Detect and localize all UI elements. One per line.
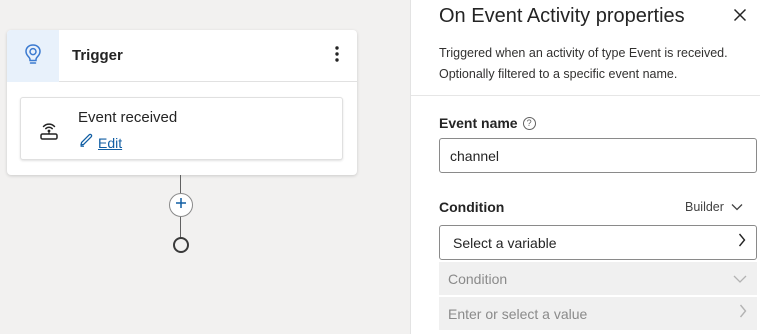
flow-end-node: [173, 237, 189, 253]
edit-label: Edit: [98, 134, 123, 151]
trigger-header: Trigger: [7, 30, 357, 82]
pencil-icon: [78, 132, 94, 153]
condition-operator-label: Condition: [448, 270, 508, 287]
plus-icon: [175, 196, 187, 214]
add-node-button[interactable]: [169, 193, 193, 217]
condition-value-picker: Enter or select a value: [439, 297, 757, 330]
more-options-button[interactable]: [327, 44, 347, 68]
trigger-title: Trigger: [72, 47, 123, 64]
condition-operator-dropdown: Condition: [439, 262, 757, 295]
lightbulb-icon: [23, 43, 43, 70]
more-vertical-icon: [335, 45, 339, 67]
close-icon: [733, 8, 747, 27]
event-received-title: Event received: [78, 109, 178, 126]
panel-divider: [411, 95, 760, 96]
broadcast-icon: [37, 118, 61, 142]
help-circle-icon[interactable]: ?: [522, 116, 536, 130]
builder-mode-label: Builder: [685, 200, 724, 214]
chevron-right-icon: [739, 304, 747, 323]
trigger-icon-container: [7, 30, 59, 82]
properties-panel: On Event Activity properties Triggered w…: [410, 0, 760, 334]
event-name-label: Event name ?: [439, 115, 536, 131]
chevron-down-icon: [731, 200, 743, 214]
chevron-right-icon: [738, 233, 746, 252]
event-name-input[interactable]: [439, 138, 757, 173]
panel-description: Triggered when an activity of type Event…: [439, 46, 728, 81]
trigger-node[interactable]: Trigger Event received Edit: [7, 30, 357, 175]
chevron-down-icon: [733, 270, 747, 288]
close-button[interactable]: [729, 6, 751, 28]
event-name-label-text: Event name: [439, 115, 518, 131]
event-received-card[interactable]: Event received Edit: [20, 97, 343, 160]
edit-link[interactable]: Edit: [78, 132, 122, 153]
select-variable-picker[interactable]: Select a variable: [439, 225, 757, 260]
builder-mode-dropdown[interactable]: Builder: [685, 200, 743, 214]
select-variable-label: Select a variable: [453, 234, 557, 251]
condition-label: Condition: [439, 199, 505, 215]
panel-title: On Event Activity properties: [439, 5, 685, 27]
condition-value-label: Enter or select a value: [448, 305, 588, 322]
flow-canvas[interactable]: Trigger Event received Edit: [0, 0, 410, 334]
